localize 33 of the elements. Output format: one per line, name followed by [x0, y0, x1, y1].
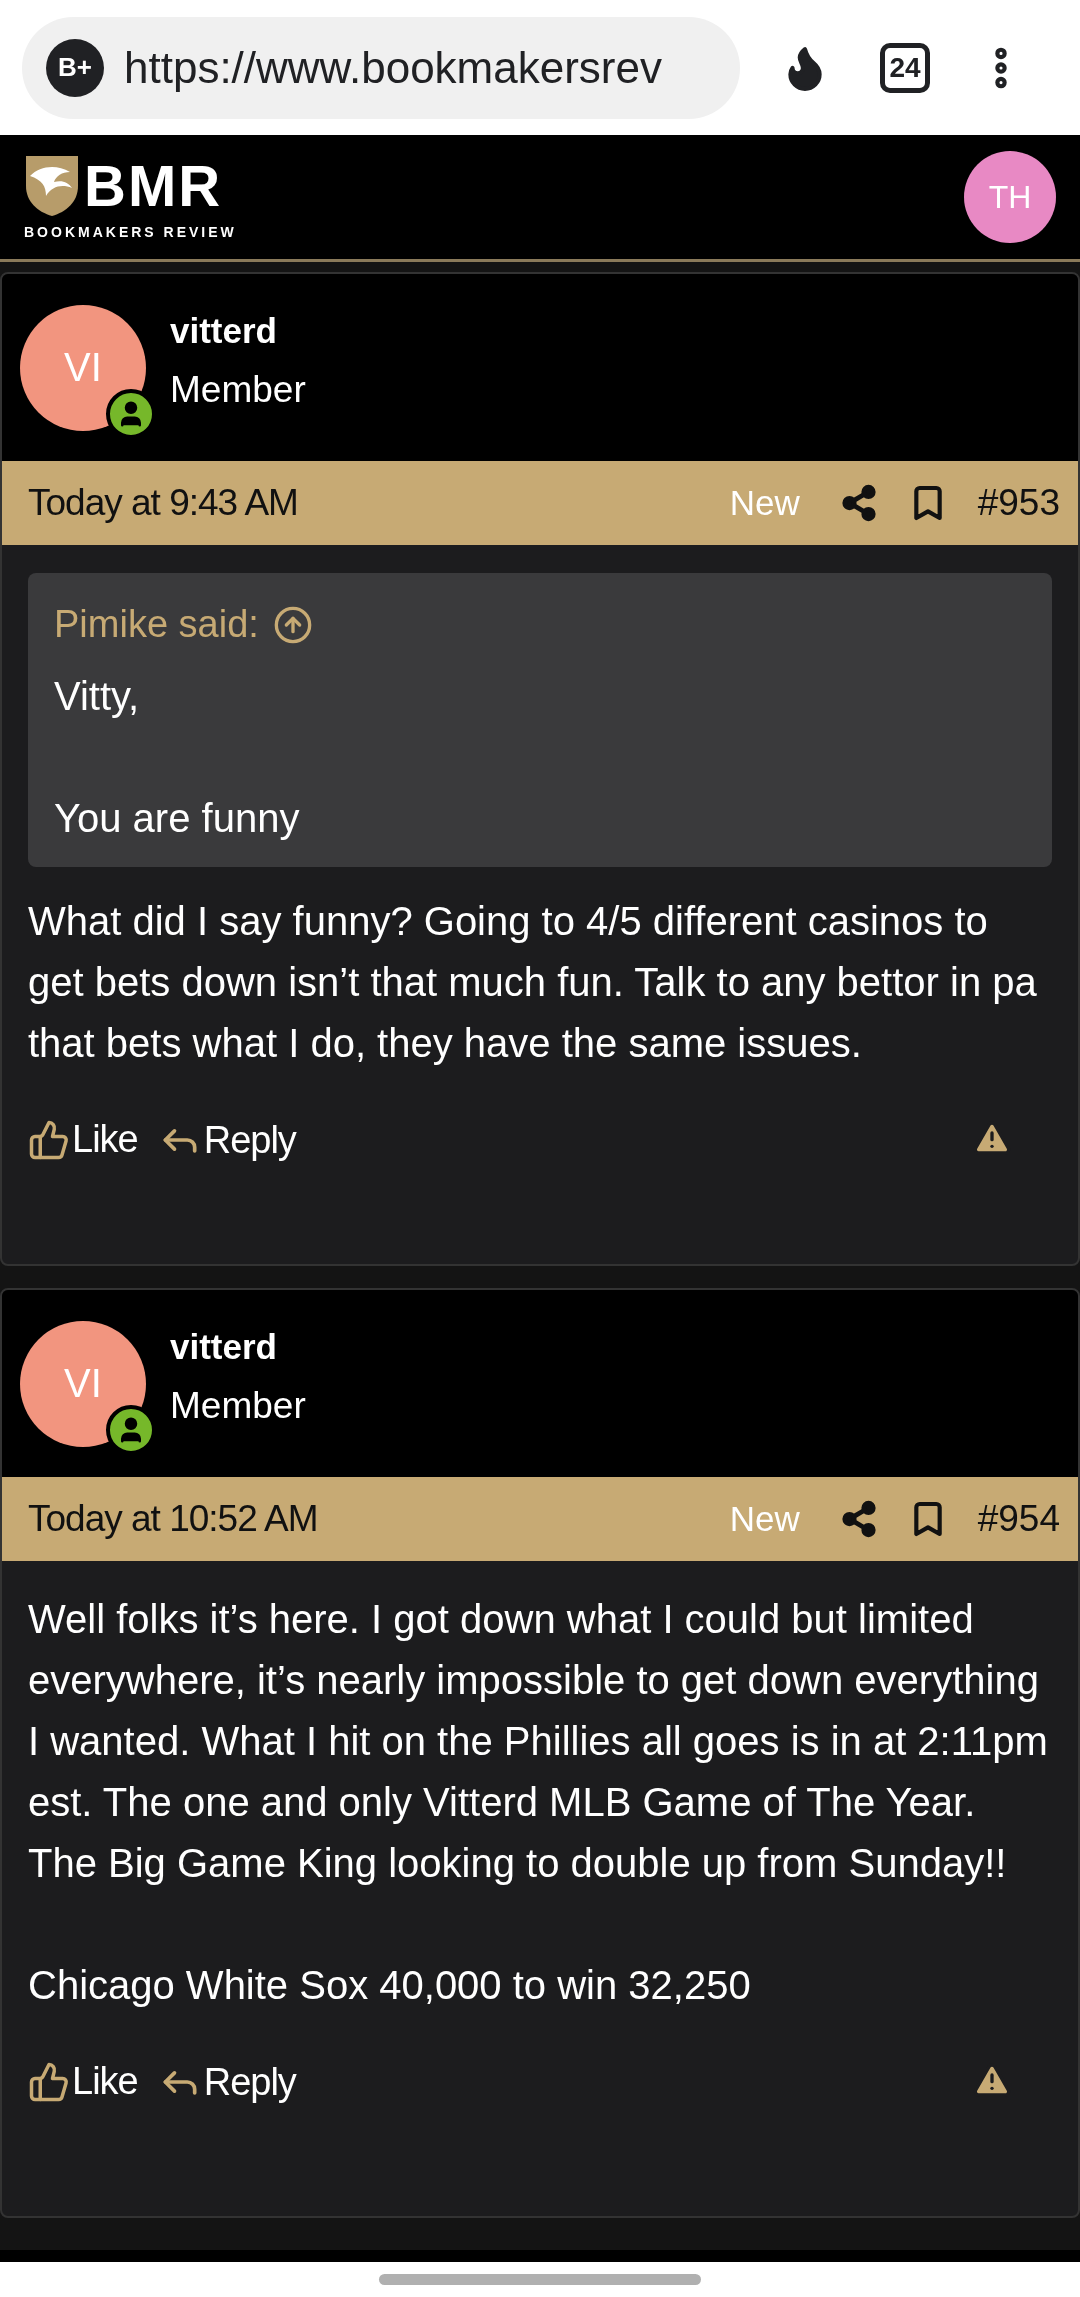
like-button[interactable]: Like — [28, 1118, 138, 1161]
scroll-up-icon[interactable] — [272, 604, 313, 645]
username[interactable]: vitterd — [170, 310, 306, 351]
user-role: Member — [170, 1384, 306, 1427]
like-button[interactable]: Like — [28, 2060, 138, 2103]
share-icon[interactable] — [839, 484, 878, 522]
post-time[interactable]: Today at 10:52 AM — [28, 1498, 730, 1540]
logo-tagline: BOOKMAKERS REVIEW — [24, 224, 237, 240]
share-icon[interactable] — [839, 1500, 878, 1538]
url-text: https://www.bookmakersrev — [124, 42, 662, 93]
quote-author[interactable]: Pimike said: — [54, 603, 259, 646]
username[interactable]: vitterd — [170, 1326, 306, 1367]
new-label: New — [729, 1499, 800, 1539]
quote-text: You are funny — [54, 795, 301, 842]
thumbs-up-icon — [28, 2060, 70, 2103]
url-bar[interactable]: B+ https://www.bookmakersrev — [22, 16, 740, 119]
quote-text: Vitty, — [54, 673, 141, 720]
post-text: Well folks it’s here. I got down what I could but limited everywhere, it’s nearly impossible to get down everything I wanted. What I hit on the Phillies all goes is in at 2:11pm est. The one and only Vitterd MLB Game of The Year. The Big Game King looking to double up from Sunday!! — [28, 1596, 1049, 1887]
post-text: Chicago White Sox 40,000 to win 32,250 — [28, 1962, 752, 2009]
post-number[interactable]: #954 — [977, 1498, 1060, 1540]
new-label: New — [729, 483, 800, 523]
site-badge[interactable]: B+ — [46, 38, 104, 97]
home-handle[interactable] — [379, 2274, 701, 2285]
user-role: Member — [170, 368, 306, 411]
shield-logo-icon — [24, 154, 80, 218]
post-time[interactable]: Today at 9:43 AM — [28, 482, 730, 524]
post-number[interactable]: #953 — [977, 482, 1060, 524]
post-text: What did I say funny? Going to 4/5 different casinos to get bets down isn’t that much fun. Talk to any bettor in pa that bets what I do, they have the same issues. — [28, 898, 1038, 1067]
tab-count[interactable]: 24 — [880, 42, 930, 93]
reply-button[interactable]: Reply — [157, 2060, 296, 2104]
thumbs-up-icon — [28, 1118, 70, 1161]
logo-wordmark[interactable]: BMR — [84, 157, 223, 215]
reply-button[interactable]: Reply — [157, 1118, 296, 1162]
